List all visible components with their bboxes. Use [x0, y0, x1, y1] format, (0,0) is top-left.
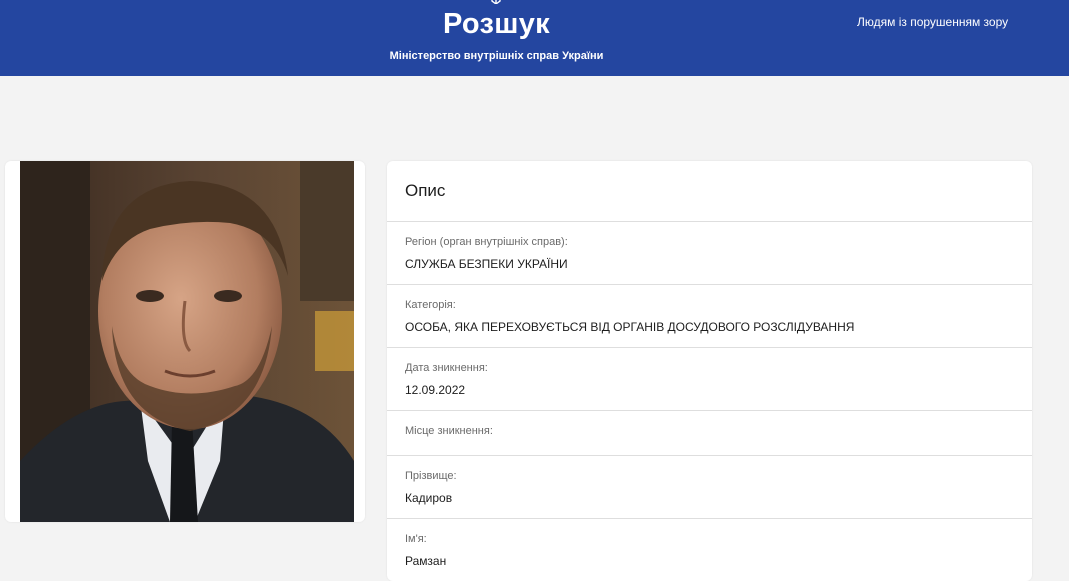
field-value: СЛУЖБА БЕЗПЕКИ УКРАЇНИ — [405, 257, 568, 271]
field-label: Прізвище: — [405, 470, 457, 482]
field-first-name: Ім'я: Рамзан — [387, 518, 1032, 581]
field-disappearance-date: Дата зникнення: 12.09.2022 — [387, 347, 1032, 410]
field-label: Дата зникнення: — [405, 362, 488, 374]
field-surname: Прізвище: Кадиров — [387, 455, 1032, 518]
site-header: Розшук Міністерство внутрішніх справ Укр… — [0, 0, 1069, 76]
field-value: Кадиров — [405, 491, 453, 505]
field-label: Ім'я: — [405, 533, 427, 545]
field-disappearance-place: Місце зникнення: — [387, 410, 1032, 456]
field-value: ОСОБА, ЯКА ПЕРЕХОВУЄТЬСЯ ВІД ОРГАНІВ ДОС… — [405, 320, 855, 334]
field-label: Регіон (орган внутрішніх справ): — [405, 236, 568, 248]
accessibility-link[interactable]: Людям із порушенням зору — [857, 15, 1008, 29]
field-region: Регіон (орган внутрішніх справ): СЛУЖБА … — [387, 221, 1032, 284]
field-label: Категорія: — [405, 299, 456, 311]
field-value: Рамзан — [405, 554, 447, 568]
description-card: Опис Регіон (орган внутрішніх справ): СЛ… — [387, 161, 1032, 581]
description-heading: Опис — [405, 181, 446, 200]
photo-card — [5, 161, 365, 522]
site-subtitle: Міністерство внутрішніх справ України — [389, 50, 604, 62]
field-value: 12.09.2022 — [405, 383, 466, 397]
person-photo — [20, 161, 354, 522]
field-label: Місце зникнення: — [405, 425, 493, 437]
trident-emblem-icon — [491, 0, 501, 4]
site-title[interactable]: Розшук — [0, 8, 993, 41]
field-category: Категорія: ОСОБА, ЯКА ПЕРЕХОВУЄТЬСЯ ВІД … — [387, 284, 1032, 347]
